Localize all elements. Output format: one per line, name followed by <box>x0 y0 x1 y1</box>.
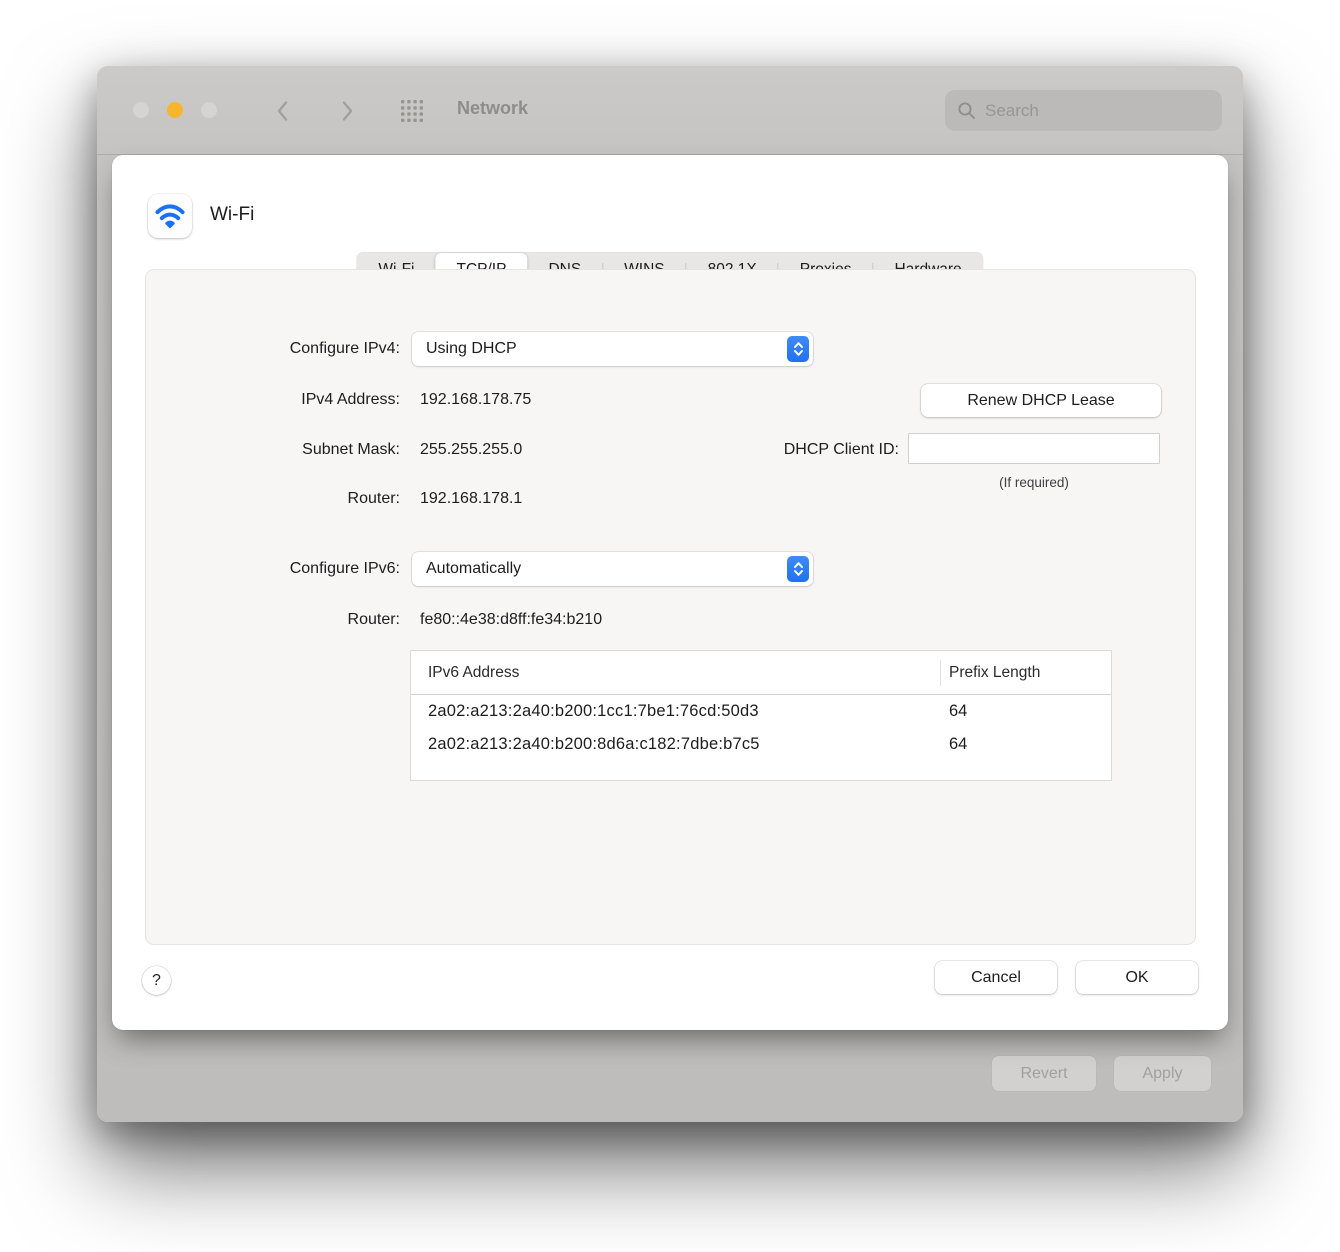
ipv6-address-column-header: IPv6 Address <box>428 663 520 681</box>
ipv6-address-cell: 2a02:a213:2a40:b200:8d6a:c182:7dbe:b7c5 <box>428 735 760 753</box>
ipv6-address-table: IPv6 Address Prefix Length 2a02:a213:2a4… <box>410 650 1112 781</box>
wifi-service-icon <box>148 194 192 238</box>
subnet-mask-label: Subnet Mask: <box>302 441 400 458</box>
service-name: Wi-Fi <box>210 204 255 225</box>
prefix-length-column-header: Prefix Length <box>949 663 1041 681</box>
configure-ipv6-popup[interactable]: Automatically <box>412 552 813 586</box>
revert-button: Revert <box>992 1056 1096 1091</box>
dhcp-client-id-hint: (If required) <box>999 475 1069 490</box>
ipv4-router-label: Router: <box>347 490 400 507</box>
prefix-length-cell: 64 <box>949 702 968 720</box>
ok-button[interactable]: OK <box>1076 961 1198 994</box>
close-button[interactable] <box>133 102 149 118</box>
window-title: Network <box>457 98 529 118</box>
table-row[interactable]: 2a02:a213:2a40:b200:1cc1:7be1:76cd:50d3 … <box>411 695 1111 728</box>
network-preferences-window: Network Wi-Fi Wi-Fi TCP/IP DNS <box>97 66 1243 1122</box>
forward-button[interactable] <box>335 99 359 123</box>
tab-content-panel <box>145 269 1196 945</box>
table-row[interactable]: 2a02:a213:2a40:b200:8d6a:c182:7dbe:b7c5 … <box>411 728 1111 761</box>
help-button[interactable]: ? <box>142 966 171 995</box>
dhcp-client-id-label: DHCP Client ID: <box>783 441 899 458</box>
zoom-button[interactable] <box>201 102 217 118</box>
wifi-icon <box>155 204 185 229</box>
apply-button: Apply <box>1114 1056 1211 1091</box>
prefix-length-cell: 64 <box>949 735 968 753</box>
chevron-left-icon <box>277 101 288 121</box>
configure-ipv6-value: Automatically <box>426 560 522 577</box>
cancel-button[interactable]: Cancel <box>935 961 1057 994</box>
back-button[interactable] <box>271 99 295 123</box>
minimize-button[interactable] <box>167 102 183 118</box>
ipv6-router-value: fe80::4e38:d8ff:fe34:b210 <box>420 611 603 628</box>
ipv4-router-value: 192.168.178.1 <box>420 490 523 507</box>
search-icon <box>958 102 975 119</box>
ipv6-router-label: Router: <box>347 611 400 628</box>
configure-ipv6-label: Configure IPv6: <box>289 560 400 577</box>
ipv6-table-header: IPv6 Address Prefix Length <box>411 651 1111 695</box>
chevron-right-icon <box>342 101 353 121</box>
configure-ipv4-value: Using DHCP <box>426 340 517 357</box>
ipv6-address-cell: 2a02:a213:2a40:b200:1cc1:7be1:76cd:50d3 <box>428 702 759 720</box>
search-input[interactable] <box>985 100 1210 121</box>
dhcp-client-id-input[interactable] <box>908 433 1160 464</box>
subnet-mask-value: 255.255.255.0 <box>420 441 523 458</box>
titlebar: Network <box>97 66 1243 155</box>
ipv4-address-label: IPv4 Address: <box>301 391 400 408</box>
tcpip-sheet: Wi-Fi Wi-Fi TCP/IP DNS WINS 802.1X Proxi… <box>112 155 1228 1030</box>
configure-ipv4-popup[interactable]: Using DHCP <box>412 332 813 366</box>
renew-dhcp-lease-button[interactable]: Renew DHCP Lease <box>921 384 1161 417</box>
column-separator <box>940 660 941 686</box>
ipv4-address-value: 192.168.178.75 <box>420 391 532 408</box>
popup-stepper-icon <box>787 556 809 582</box>
configure-ipv4-label: Configure IPv4: <box>289 340 400 357</box>
popup-stepper-icon <box>787 336 809 362</box>
show-all-grid-icon[interactable] <box>400 99 424 123</box>
search-field[interactable] <box>945 90 1222 131</box>
